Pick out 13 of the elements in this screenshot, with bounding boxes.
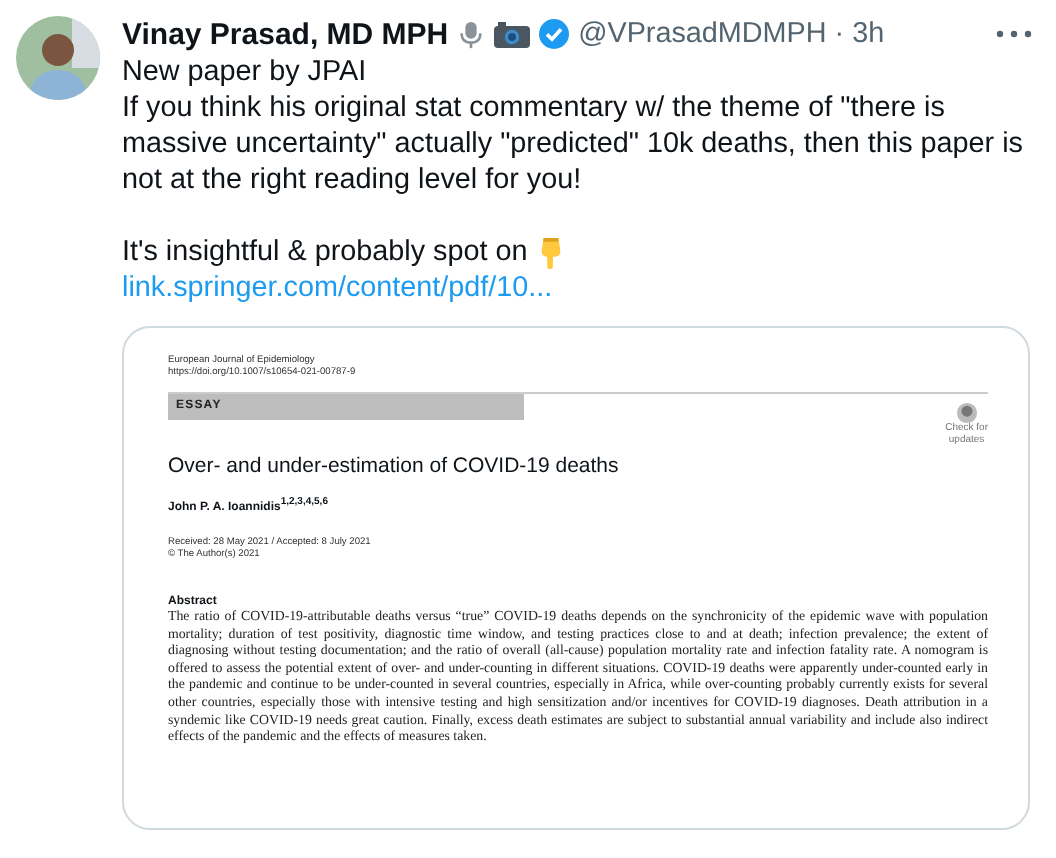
tweet-time[interactable]: 3h [852,18,885,50]
camera-icon [494,20,531,48]
document-image[interactable] [122,326,1030,830]
separator: · [834,18,845,50]
paper-title: Over- and under-estimation of COVID-19 deaths [168,454,621,478]
more-icon[interactable] [992,26,1036,42]
microphone-icon [456,19,487,49]
author-handle[interactable]: @VPrasadMDMPH [578,18,827,50]
tweet-text: It's insightful & probably spot on [122,234,528,270]
author-name[interactable]: Vinay Prasad, MD MPH [122,17,449,51]
avatar[interactable] [16,16,100,100]
tweet-text: New paper by JPAI [122,54,369,90]
tweet-text: If you think his original stat commentary w/ the theme of "there is massive uncertainty" actually "predicted" 10k deaths, then this paper is not at the right reading level for you! [122,90,1025,198]
